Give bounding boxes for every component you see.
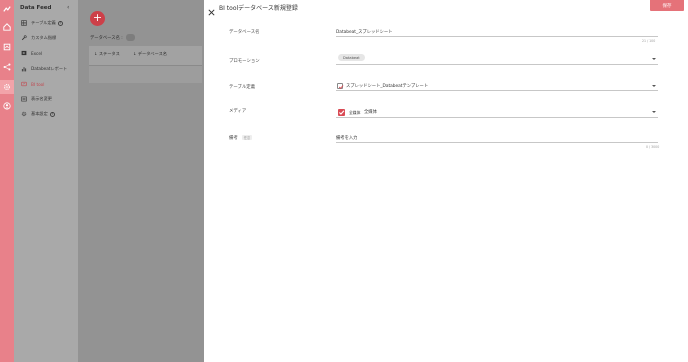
table-definition-select[interactable]: スプレッドシート_Databeatテンプレート [336,81,658,91]
sidebar-item-excel[interactable]: Excel [20,48,42,58]
help-icon[interactable]: ? [57,20,63,26]
save-button[interactable]: 保存 [650,0,684,11]
sidebar-item-bi-tool[interactable]: BI tool [20,79,44,89]
promotion-chip[interactable]: Databeat [338,54,365,61]
media-value: 全媒体 [364,110,377,115]
promotion-select[interactable]: Databeat [336,54,658,65]
media-label: メディア [229,109,247,114]
table-definition-value: スプレッドシート_Databeatテンプレート [346,84,429,89]
sidebar-item-table-definition[interactable]: テーブル定義 ? [20,18,63,28]
bi-tool-icon [20,81,27,88]
drawer-title: BI toolデータベース新規登録 [219,5,298,12]
gear-icon [20,111,27,118]
check-icon [339,110,345,115]
table-definition-label: テーブル定義 [229,85,256,90]
register-drawer: BI toolデータベース新規登録 保存 データベース名 Databeat_スプ… [204,0,688,362]
rail-logo-icon[interactable] [0,2,14,16]
sidebar-item-label: 基本設定 [31,111,48,116]
db-name-label: データベース名 [229,30,260,35]
sidebar-item-databeat-report[interactable]: Databeatレポート [20,64,67,74]
all-media-checkbox-label: 全媒体 [349,110,361,115]
rail-user-icon[interactable] [0,99,14,113]
notes-label-text: 備考 [229,136,238,141]
chevron-left-icon[interactable]: ‹ [67,4,69,11]
sidebar-title: Data Feed [20,5,52,11]
wrench-icon [20,35,27,42]
media-select[interactable]: 全媒体 全媒体 [336,107,658,118]
add-button[interactable]: + [90,11,105,26]
sidebar: Data Feed ‹ テーブル定義 ? カスタム指標 Excel Databe… [14,0,78,362]
sidebar-item-label: 表示名変更 [31,96,52,101]
table-icon [20,20,27,27]
icon-rail [0,0,14,362]
db-name-counter: 21 / 100 [642,39,656,43]
sidebar-item-label: Databeatレポート [31,66,68,71]
db-name-value: Databeat_スプレッドシート [336,30,393,35]
rail-report-icon[interactable] [0,40,14,54]
column-header-db-name[interactable]: ↓ データベース名 [133,51,167,57]
main-content: + データベース名 : ↓ ステータス ↓ データベース名 [78,0,204,362]
notes-label: 備考 任意 [229,135,253,141]
help-icon[interactable]: ? [49,111,55,117]
bar-chart-icon [20,66,27,73]
sidebar-item-display-name[interactable]: 表示名変更 [20,94,52,104]
chevron-down-icon [652,111,656,113]
chevron-down-icon [652,58,656,60]
close-icon[interactable] [207,2,216,16]
promotion-label: プロモーション [229,59,260,64]
rail-home-icon[interactable] [0,20,14,34]
chevron-down-icon [652,85,656,87]
checkbox-all-media[interactable] [338,109,345,116]
sidebar-item-label: テーブル定義 [31,20,56,25]
notes-input[interactable]: 備考を入力 [336,133,658,143]
db-name-filter-label: データベース名 : [90,36,123,41]
rail-share-icon[interactable] [0,60,14,74]
notes-placeholder: 備考を入力 [336,136,358,141]
sidebar-item-label: Excel [31,50,43,56]
sidebar-item-basic-settings[interactable]: 基本設定 ? [20,109,55,119]
checkbox-table-definition[interactable] [337,83,344,89]
db-name-input[interactable]: Databeat_スプレッドシート [336,28,658,37]
db-name-filter-chip[interactable] [126,34,135,41]
excel-icon [20,50,27,57]
check-icon [338,85,344,89]
column-header-status[interactable]: ↓ ステータス [94,51,120,57]
sidebar-item-custom-metrics[interactable]: カスタム指標 [20,33,56,43]
list-icon [20,96,27,103]
database-table: ↓ ステータス ↓ データベース名 [89,46,202,83]
notes-counter: 0 / 3000 [646,145,660,149]
table-row[interactable] [89,65,202,83]
sidebar-item-label: カスタム指標 [31,35,57,40]
optional-badge: 任意 [241,135,253,140]
sidebar-item-label: BI tool [31,81,45,87]
rail-gear-icon[interactable] [0,80,14,94]
